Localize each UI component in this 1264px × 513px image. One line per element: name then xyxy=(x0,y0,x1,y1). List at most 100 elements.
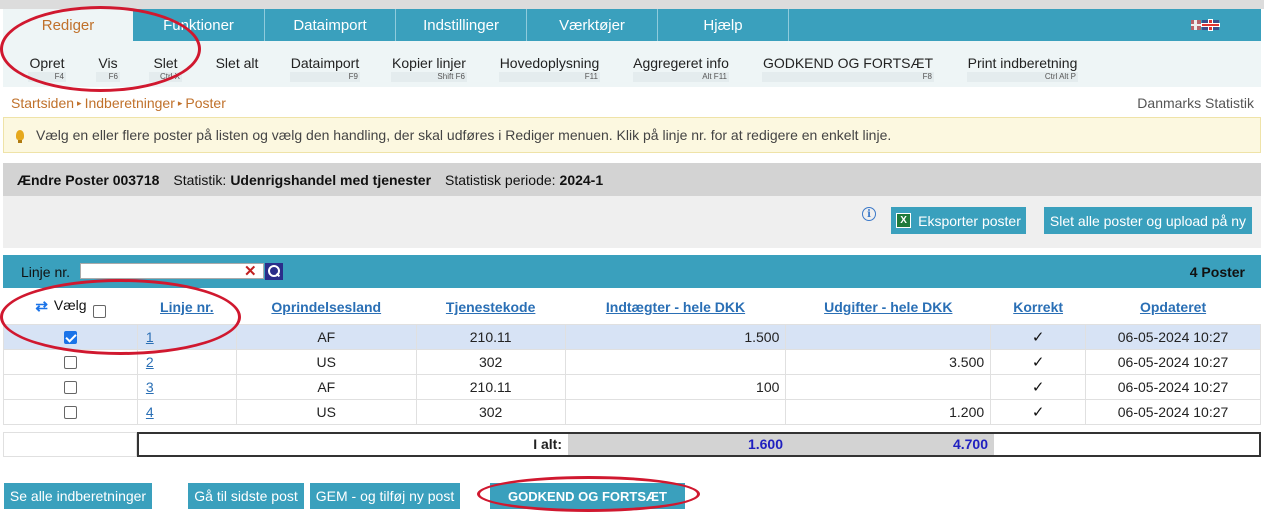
approve-continue-button[interactable]: GODKEND OG FORTSÆT xyxy=(490,483,685,509)
line-number-filter-input[interactable] xyxy=(80,263,264,279)
row-checkbox[interactable] xyxy=(63,356,77,370)
totals-spacer xyxy=(3,432,137,457)
record-header: Ændre Poster 003718 Statistik: Udenrigsh… xyxy=(3,163,1261,196)
posts-table: ⇄ Vælg Linje nr. Oprindelsesland Tjenest… xyxy=(3,291,1261,425)
select-column-header: ⇄ Vælg xyxy=(4,291,138,324)
line-number-link[interactable]: 2 xyxy=(146,354,154,370)
cell-updated: 06-05-2024 10:27 xyxy=(1085,373,1261,400)
cell-expense: 3.500 xyxy=(785,348,992,375)
cell-code: 210.11 xyxy=(415,373,566,400)
main-menu-bar: Rediger Funktioner Dataimport Indstillin… xyxy=(3,9,1261,41)
breadcrumb-poster: Poster xyxy=(185,95,226,111)
cell-income xyxy=(564,348,787,375)
breadcrumb-indberetninger[interactable]: Indberetninger xyxy=(85,95,175,111)
organization-name: Danmarks Statistik xyxy=(1137,95,1254,111)
row-checkbox[interactable] xyxy=(63,381,77,395)
select-all-checkbox[interactable] xyxy=(92,304,106,318)
correct-check-icon: ✓ xyxy=(1031,353,1045,371)
submenu-bar: Opret F4 Vis F6 Slet Ctrl X Slet alt Dat… xyxy=(3,41,1261,87)
submenu-slet-alt[interactable]: Slet alt xyxy=(213,55,261,83)
submenu-hovedoplysning[interactable]: Hovedoplysning F11 xyxy=(499,55,600,83)
table-row: 1 AF 210.11 1.500 ✓ 06-05-2024 10:27 xyxy=(3,323,1261,350)
totals-label: I alt: xyxy=(139,434,568,455)
cell-expense xyxy=(785,373,992,400)
menu-tab-vaerktoejer[interactable]: Værktøjer xyxy=(527,9,658,41)
row-checkbox[interactable] xyxy=(63,331,77,345)
submenu-opret[interactable]: Opret F4 xyxy=(28,55,66,83)
filter-label: Linje nr. xyxy=(21,264,71,280)
cell-country: US xyxy=(235,398,417,425)
clear-filter-icon[interactable]: ✕ xyxy=(244,262,257,280)
col-header-oprindelsesland[interactable]: Oprindelsesland xyxy=(236,291,416,324)
line-number-link[interactable]: 4 xyxy=(146,404,154,420)
line-number-link[interactable]: 1 xyxy=(146,329,154,345)
submenu-aggregeret-info[interactable]: Aggregeret info Alt F11 xyxy=(633,55,729,83)
col-header-opdateret[interactable]: Opdateret xyxy=(1086,291,1261,324)
breadcrumb-startsiden[interactable]: Startsiden xyxy=(11,95,74,111)
table-header-row: ⇄ Vælg Linje nr. Oprindelsesland Tjenest… xyxy=(4,291,1261,324)
cell-expense xyxy=(785,323,992,350)
correct-check-icon: ✓ xyxy=(1031,328,1045,346)
cell-code: 302 xyxy=(415,398,566,425)
table-filter-bar: Linje nr. ✕ 4 Poster xyxy=(3,255,1261,288)
info-message-text: Vælg en eller flere poster på listen og … xyxy=(36,127,892,143)
cell-updated: 06-05-2024 10:27 xyxy=(1085,348,1261,375)
uk-flag-icon[interactable] xyxy=(1202,20,1219,30)
lightbulb-icon xyxy=(16,130,24,143)
row-checkbox[interactable] xyxy=(63,406,77,420)
menu-tab-funktioner[interactable]: Funktioner xyxy=(133,9,265,41)
submenu-godkend-og-fortsaet[interactable]: GODKEND OG FORTSÆT F8 xyxy=(762,55,934,83)
col-header-udgifter[interactable]: Udgifter - hele DKK xyxy=(786,291,991,324)
totals-income: 1.600 xyxy=(568,434,789,455)
period-label: Statistisk periode: xyxy=(445,171,556,188)
goto-last-post-button[interactable]: Gå til sidste post xyxy=(188,483,304,509)
totals-expense: 4.700 xyxy=(789,434,994,455)
line-number-link[interactable]: 3 xyxy=(146,379,154,395)
norwegian-flag-icon[interactable] xyxy=(1191,20,1201,30)
breadcrumb: Startsiden ▸ Indberetninger ▸ Poster xyxy=(11,95,226,111)
breadcrumb-separator-icon: ▸ xyxy=(77,97,82,108)
table-row: 4 US 302 1.200 ✓ 06-05-2024 10:27 xyxy=(3,398,1261,425)
correct-check-icon: ✓ xyxy=(1031,378,1045,396)
cell-income: 100 xyxy=(564,373,787,400)
menu-tab-dataimport[interactable]: Dataimport xyxy=(265,9,396,41)
menu-tab-indstillinger[interactable]: Indstillinger xyxy=(396,9,527,41)
submenu-kopier-linjer[interactable]: Kopier linjer Shift F6 xyxy=(391,55,467,83)
delete-all-reupload-button[interactable]: Slet alle poster og upload på ny xyxy=(1044,207,1252,234)
submenu-dataimport[interactable]: Dataimport F9 xyxy=(290,55,360,83)
save-add-new-post-button[interactable]: GEM - og tilføj ny post xyxy=(310,483,460,509)
submenu-vis[interactable]: Vis F6 xyxy=(96,55,120,83)
export-posts-button[interactable]: X Eksporter poster xyxy=(891,207,1026,234)
totals-row: I alt: 1.600 4.700 xyxy=(137,432,1261,457)
see-all-reports-button[interactable]: Se alle indberetninger xyxy=(4,483,152,509)
cell-country: AF xyxy=(235,373,417,400)
refresh-icon[interactable]: ⇄ xyxy=(35,297,48,315)
col-header-indtaegter[interactable]: Indtægter - hele DKK xyxy=(565,291,786,324)
col-header-korrekt[interactable]: Korrekt xyxy=(991,291,1086,324)
cell-expense: 1.200 xyxy=(785,398,992,425)
select-label: Vælg xyxy=(53,296,87,313)
submenu-print-indberetning[interactable]: Print indberetning Ctrl Alt P xyxy=(967,55,1078,83)
cell-code: 302 xyxy=(415,348,566,375)
correct-check-icon: ✓ xyxy=(1031,403,1045,421)
menu-tab-rediger[interactable]: Rediger xyxy=(3,9,133,41)
language-flags xyxy=(1191,20,1219,30)
cell-updated: 06-05-2024 10:27 xyxy=(1085,398,1261,425)
submenu-slet[interactable]: Slet Ctrl X xyxy=(149,55,182,83)
search-icon[interactable] xyxy=(265,263,283,280)
col-header-tjenestekode[interactable]: Tjenestekode xyxy=(416,291,565,324)
statistic-value: Udenrigshandel med tjenester xyxy=(230,171,432,188)
info-icon[interactable]: i xyxy=(862,207,876,221)
excel-icon: X xyxy=(896,213,912,228)
statistic-label: Statistik: xyxy=(173,171,227,188)
col-header-linje-nr[interactable]: Linje nr. xyxy=(137,291,236,324)
cell-country: US xyxy=(235,348,417,375)
table-row: 2 US 302 3.500 ✓ 06-05-2024 10:27 xyxy=(3,348,1261,375)
table-row: 3 AF 210.11 100 ✓ 06-05-2024 10:27 xyxy=(3,373,1261,400)
top-strip xyxy=(0,0,1264,9)
menu-tab-hjaelp[interactable]: Hjælp xyxy=(658,9,789,41)
cell-income xyxy=(564,398,787,425)
info-message-box: Vælg en eller flere poster på listen og … xyxy=(3,117,1261,153)
cell-updated: 06-05-2024 10:27 xyxy=(1085,323,1261,350)
period-value: 2024-1 xyxy=(559,171,604,188)
